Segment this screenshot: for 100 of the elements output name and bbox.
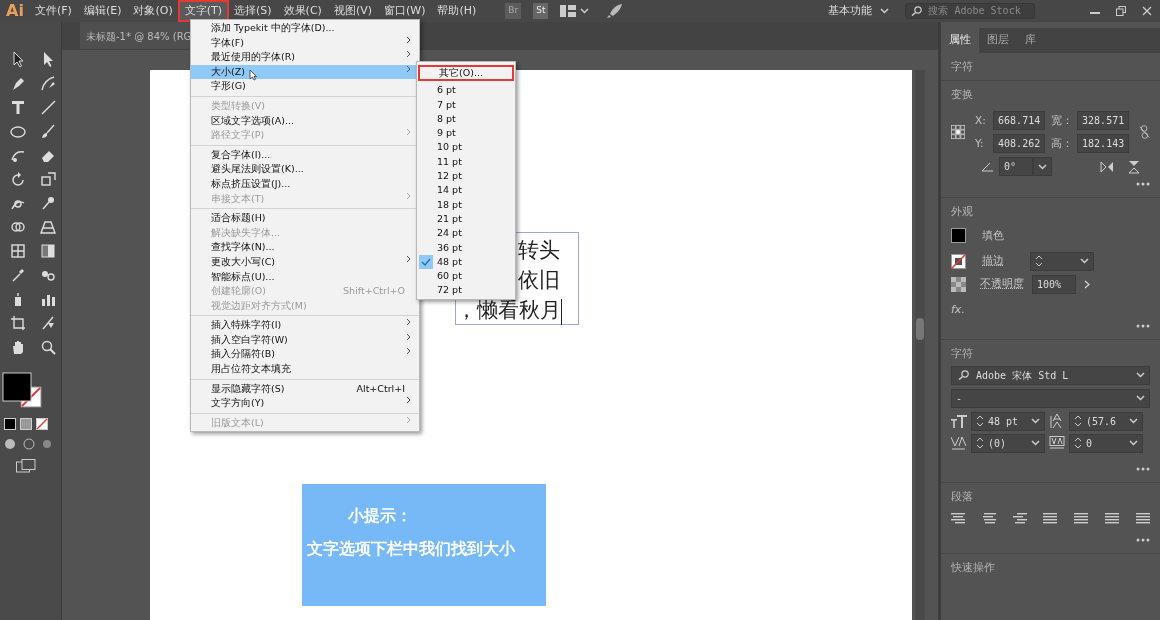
type-tool-icon[interactable] <box>9 98 27 116</box>
stroke-weight-field[interactable] <box>1030 251 1094 271</box>
screen-mode-icon[interactable] <box>16 458 36 473</box>
menu-item[interactable]: 大小(Z) <box>191 64 419 80</box>
dropdown-button[interactable] <box>1033 157 1052 176</box>
number-field[interactable]: 408.262 <box>993 134 1046 153</box>
restore-icon[interactable] <box>1116 6 1126 16</box>
menu-item[interactable]: 12 pt <box>417 169 515 184</box>
line-icon[interactable] <box>39 98 57 116</box>
chevron-down-icon[interactable] <box>1031 418 1040 425</box>
layout-grid-icon[interactable] <box>560 5 577 17</box>
menu-item[interactable]: 智能标点(U)... <box>191 269 419 285</box>
menu-item[interactable]: 6 pt <box>417 83 515 98</box>
mesh-icon[interactable] <box>9 242 27 260</box>
menu-item[interactable]: 插入特殊字符(I) <box>191 318 419 333</box>
link-icon[interactable] <box>1139 123 1150 141</box>
align-icon[interactable] <box>951 512 965 524</box>
stepper-icon[interactable] <box>976 437 984 450</box>
number-field[interactable]: 328.571 <box>1077 111 1130 130</box>
menu-item[interactable]: 选择(S) <box>229 1 277 21</box>
menu-item[interactable]: 14 pt <box>417 183 515 198</box>
close-icon[interactable] <box>1142 6 1152 16</box>
more-icon[interactable] <box>1136 537 1150 542</box>
align-icon[interactable] <box>1105 512 1120 524</box>
menu-item[interactable]: 效果(C) <box>278 1 327 21</box>
fill-swatch-icon[interactable] <box>2 372 32 402</box>
menu-item[interactable]: 插入空白字符(W) <box>191 332 419 348</box>
menu-item[interactable]: 21 pt <box>417 211 515 227</box>
menu-item[interactable]: 文字(T) <box>179 1 228 21</box>
chevron-down-icon[interactable] <box>1129 418 1138 425</box>
rotate-icon[interactable] <box>9 170 27 188</box>
slice-icon[interactable] <box>39 314 57 332</box>
tracking-field[interactable]: 0 <box>1069 433 1143 453</box>
menu-item[interactable]: 10 pt <box>417 140 515 155</box>
menu-item[interactable]: 适合标题(H) <box>191 211 419 226</box>
menu-item[interactable]: 更改大小写(C) <box>191 254 419 270</box>
menu-item[interactable]: 文件(F) <box>30 1 77 21</box>
stepper-icon[interactable] <box>1035 255 1043 267</box>
zoom-icon[interactable] <box>39 338 57 356</box>
more-icon[interactable] <box>1136 466 1150 471</box>
chevron-down-icon[interactable] <box>1136 395 1145 402</box>
chevron-down-icon[interactable] <box>1129 440 1138 447</box>
menu-item[interactable]: 编辑(E) <box>78 1 127 21</box>
menu-item[interactable]: 文字方向(Y) <box>191 396 419 411</box>
number-field[interactable]: 668.714 <box>993 111 1046 130</box>
search-field[interactable]: 搜索 Adobe Stock <box>905 2 1036 19</box>
stroke-link[interactable]: 描边 <box>982 253 1004 269</box>
menu-item[interactable]: 查找字体(N)... <box>191 240 419 255</box>
menu-item[interactable]: 区域文字选项(A)... <box>191 113 419 129</box>
scrollbar-thumb[interactable] <box>916 318 924 340</box>
panel-tab[interactable]: 图层 <box>979 28 1017 53</box>
reference-point-icon[interactable] <box>951 123 966 141</box>
brush-icon[interactable] <box>39 122 57 140</box>
scale-icon[interactable] <box>39 170 57 188</box>
more-icon[interactable] <box>1136 182 1150 186</box>
effects-button[interactable]: fx. <box>951 301 965 318</box>
align-icon[interactable] <box>1043 512 1058 524</box>
menu-item[interactable]: 插入分隔符(B) <box>191 347 419 363</box>
menu-item[interactable]: 最近使用的字体(R) <box>191 50 419 65</box>
draw-mode-icon[interactable] <box>4 438 18 450</box>
app-button[interactable]: St <box>533 3 549 19</box>
flip-horizontal-icon[interactable] <box>1100 160 1114 173</box>
angle-field[interactable]: 0° <box>999 157 1033 176</box>
stepper-icon[interactable] <box>976 415 984 428</box>
perspective-grid-icon[interactable] <box>39 218 57 236</box>
menu-item[interactable]: 9 pt <box>417 126 515 141</box>
menu-item[interactable]: 显示隐藏字符(S) Alt+Ctrl+I <box>191 381 419 397</box>
chevron-down-icon[interactable] <box>580 8 590 14</box>
menu-item[interactable]: 18 pt <box>417 197 515 212</box>
panel-tab[interactable]: 库 <box>1017 28 1044 53</box>
color-mode-icon[interactable] <box>4 418 16 430</box>
draw-mode-icon[interactable] <box>40 438 54 450</box>
opacity-link[interactable]: 不透明度 <box>980 276 1024 292</box>
chevron-down-icon[interactable] <box>1136 372 1145 379</box>
kerning-field[interactable]: (0) <box>971 433 1045 453</box>
fill-swatch-icon[interactable] <box>951 228 966 244</box>
align-icon[interactable] <box>1012 512 1027 524</box>
flip-vertical-icon[interactable] <box>1128 159 1140 174</box>
font-style-dropdown[interactable]: - <box>951 388 1150 408</box>
chevron-down-icon[interactable] <box>880 8 890 14</box>
menu-item[interactable]: 复合字体(I)... <box>191 147 419 163</box>
chevron-right-icon[interactable] <box>1084 279 1090 289</box>
font-family-dropdown[interactable]: Adobe 宋体 Std L <box>951 365 1150 385</box>
stroke-swatch-icon[interactable] <box>951 253 966 269</box>
menu-item[interactable]: 用占位符文本填充 <box>191 362 419 377</box>
number-field[interactable]: 182.143 <box>1077 134 1130 153</box>
draw-mode-icon[interactable] <box>22 438 36 450</box>
align-icon[interactable] <box>981 512 996 524</box>
menu-item[interactable]: 避头尾法则设置(K)... <box>191 162 419 177</box>
workspace-label[interactable]: 基本功能 <box>828 2 873 20</box>
align-icon[interactable] <box>1074 512 1089 524</box>
panel-tab[interactable]: 属性 <box>941 28 979 53</box>
curvature-pen-icon[interactable] <box>39 74 57 92</box>
menu-item[interactable]: 对象(O) <box>128 1 178 21</box>
chevron-down-icon[interactable] <box>1038 163 1047 170</box>
leading-field[interactable]: (57.6 <box>1069 411 1143 431</box>
menu-item[interactable]: 11 pt <box>417 154 515 170</box>
opacity-field[interactable]: 100% <box>1032 274 1076 294</box>
puppet-pin-icon[interactable] <box>39 194 57 212</box>
artboard-icon[interactable] <box>9 314 27 332</box>
